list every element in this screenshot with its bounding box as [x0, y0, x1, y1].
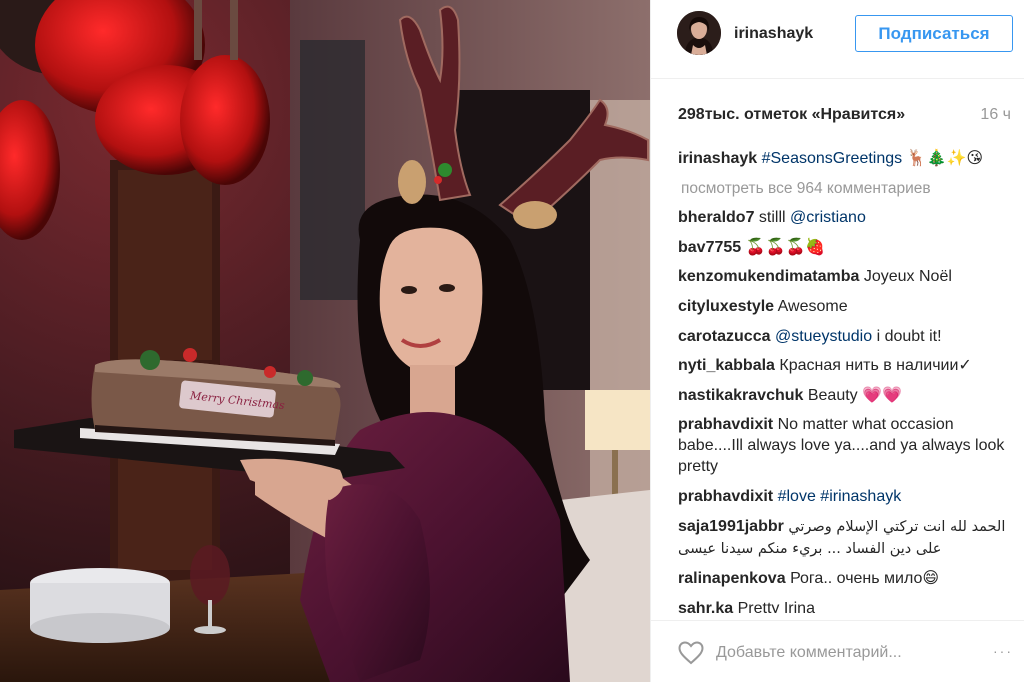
comment-username[interactable]: saja1991jabbr [678, 518, 784, 535]
comment-text: i doubt it! [872, 327, 942, 345]
comment-text: Красная нить в наличии✓ [779, 357, 972, 375]
more-options-icon[interactable]: ··· [993, 643, 1013, 659]
comment: nyti_kabbala Красная нить в наличии✓ [678, 355, 1018, 376]
comment-text: Beauty 💗💗 [807, 386, 902, 404]
post-side-panel: irinashayk Подписаться 298тыс. отметок «… [650, 0, 1024, 682]
comment-username[interactable]: bheraldo7 [678, 209, 754, 226]
caption-username[interactable]: irinashayk [678, 150, 757, 167]
caption-hashtag[interactable]: #SeasonsGreetings [762, 150, 903, 167]
comment-username[interactable]: nastikakravchuk [678, 387, 803, 404]
comment-text: Awesome [777, 297, 848, 315]
comment: bav7755 🍒🍒🍒🍓 [678, 237, 1018, 258]
comment: nastikakravchuk Beauty 💗💗 [678, 385, 1018, 406]
likes-count[interactable]: 298тыс. отметок «Нравится» [678, 106, 905, 124]
comment-mention[interactable]: @stueystudio [775, 328, 872, 345]
likes-row: 298тыс. отметок «Нравится» 16 ч [651, 79, 1024, 137]
comment: bheraldo7 stilll @cristiano [678, 207, 1018, 228]
comment: prabhavdixit #love #irinashayk [678, 486, 1018, 507]
comment-username[interactable]: prabhavdixit [678, 488, 773, 505]
comment: cityluxestyle Awesome [678, 296, 1018, 317]
caption: irinashayk #SeasonsGreetings 🦌🎄✨😘 [678, 148, 1018, 169]
comment: carotazucca @stueystudio i doubt it! [678, 326, 1018, 347]
comment-username[interactable]: kenzomukendimatamba [678, 268, 859, 285]
comment: prabhavdixit No matter what occasion bab… [678, 414, 1018, 477]
comment-mention[interactable]: @cristiano [790, 209, 866, 226]
avatar-image [677, 11, 721, 55]
post-time[interactable]: 16 ч [980, 106, 1011, 124]
add-comment-input[interactable] [716, 638, 974, 668]
comment-text: stilll [758, 209, 791, 227]
comment-text: Рога.. очень мило😄 [790, 570, 940, 588]
comment: ralinapenkova Рога.. очень мило😄 [678, 568, 1018, 589]
comment-hashtag[interactable]: #irinashayk [820, 488, 901, 505]
post-header: irinashayk Подписаться [651, 0, 1024, 79]
author-username[interactable]: irinashayk [734, 25, 813, 43]
post-photo[interactable]: Merry Christmas [0, 0, 650, 682]
avatar[interactable] [677, 11, 721, 55]
caption-emoji: 🦌🎄✨😘 [906, 150, 984, 167]
comment-text: Pretty Irina [737, 599, 815, 613]
comment-username[interactable]: cityluxestyle [678, 298, 774, 315]
comment: saja1991jabbr الحمد لله انت تركتي الإسلا… [678, 516, 1018, 560]
comment-username[interactable]: bav7755 [678, 239, 741, 256]
comment-username[interactable]: prabhavdixit [678, 416, 773, 433]
follow-button[interactable]: Подписаться [855, 15, 1013, 52]
view-all-comments-row: посмотреть все 964 комментариев [678, 178, 1018, 199]
comment-text: Joyeux Noël [863, 268, 952, 286]
comment-username[interactable]: ralinapenkova [678, 570, 786, 587]
view-all-comments-link[interactable]: посмотреть все 964 комментариев [681, 180, 931, 197]
like-heart-icon[interactable] [678, 641, 704, 665]
comments-list: irinashayk #SeasonsGreetings 🦌🎄✨😘 посмот… [678, 148, 1018, 613]
comment: kenzomukendimatamba Joyeux Noël [678, 266, 1018, 287]
comment-username[interactable]: sahr.ka [678, 600, 733, 613]
instagram-post: Merry Christmas irinashayk Подписаться 2… [0, 0, 1024, 682]
comment: sahr.ka Pretty Irina [678, 598, 1018, 613]
comment-hashtag[interactable]: #love [778, 488, 816, 505]
post-photo-image: Merry Christmas [0, 0, 650, 682]
comment-username[interactable]: nyti_kabbala [678, 357, 775, 374]
comment-text: 🍒🍒🍒🍓 [745, 238, 826, 256]
comment-footer: ··· [651, 620, 1024, 682]
comment-username[interactable]: carotazucca [678, 328, 771, 345]
